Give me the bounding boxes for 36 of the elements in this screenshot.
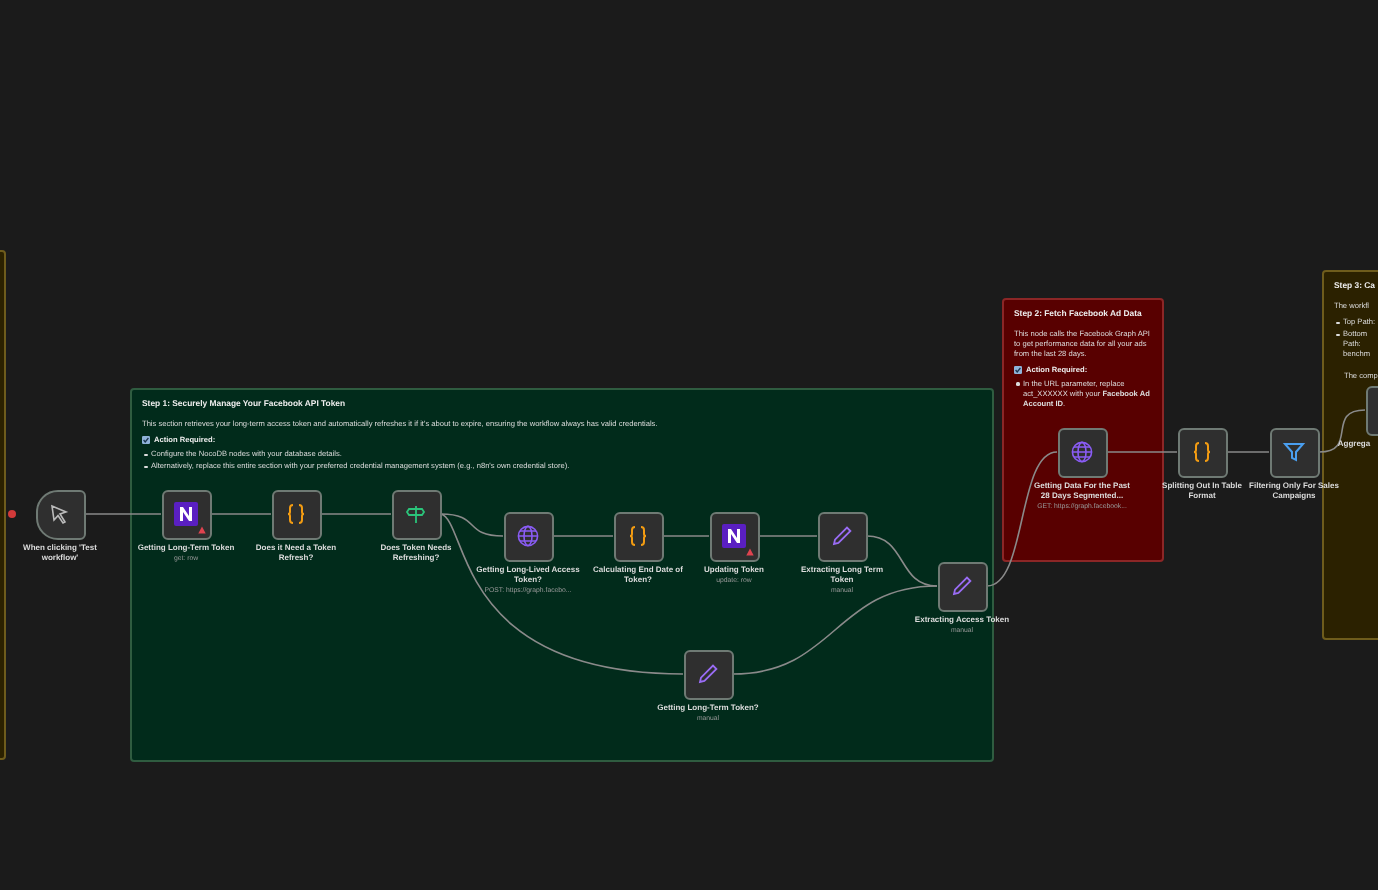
pencil-icon bbox=[950, 574, 974, 598]
checkbox-icon bbox=[1014, 365, 1022, 374]
letter-n-icon bbox=[722, 524, 746, 548]
workflow-node[interactable] bbox=[1269, 427, 1319, 477]
cursor-icon bbox=[48, 502, 72, 526]
connection-line bbox=[1106, 451, 1178, 453]
connection-line bbox=[210, 513, 272, 515]
funnel-icon bbox=[1282, 440, 1306, 464]
braces-icon bbox=[1190, 440, 1214, 464]
checkbox-icon bbox=[142, 435, 150, 444]
workflow-node[interactable] bbox=[613, 511, 663, 561]
globe-icon bbox=[516, 524, 540, 548]
workflow-node[interactable] bbox=[161, 489, 211, 539]
execute-dot-icon bbox=[8, 510, 16, 518]
workflow-node[interactable] bbox=[937, 561, 987, 611]
workflow-node[interactable] bbox=[1057, 427, 1107, 477]
braces-icon bbox=[284, 502, 308, 526]
connection-line bbox=[84, 513, 162, 515]
pencil-icon bbox=[696, 662, 720, 686]
workflow-node[interactable] bbox=[709, 511, 759, 561]
pencil-icon bbox=[830, 524, 854, 548]
workflow-node[interactable] bbox=[1177, 427, 1227, 477]
workflow-node[interactable] bbox=[817, 511, 867, 561]
connection-line bbox=[1226, 451, 1270, 453]
workflow-node[interactable] bbox=[271, 489, 321, 539]
workflow-node[interactable] bbox=[391, 489, 441, 539]
connection-line bbox=[758, 535, 818, 537]
braces-icon bbox=[626, 524, 650, 548]
signpost-icon bbox=[404, 502, 428, 526]
connection-line bbox=[1318, 409, 1366, 453]
workflow-node[interactable] bbox=[35, 489, 85, 539]
globe-icon bbox=[1070, 440, 1094, 464]
letter-n-icon bbox=[174, 502, 198, 526]
workflow-node[interactable] bbox=[503, 511, 553, 561]
workflow-node[interactable] bbox=[683, 649, 733, 699]
connection-line bbox=[320, 513, 392, 515]
